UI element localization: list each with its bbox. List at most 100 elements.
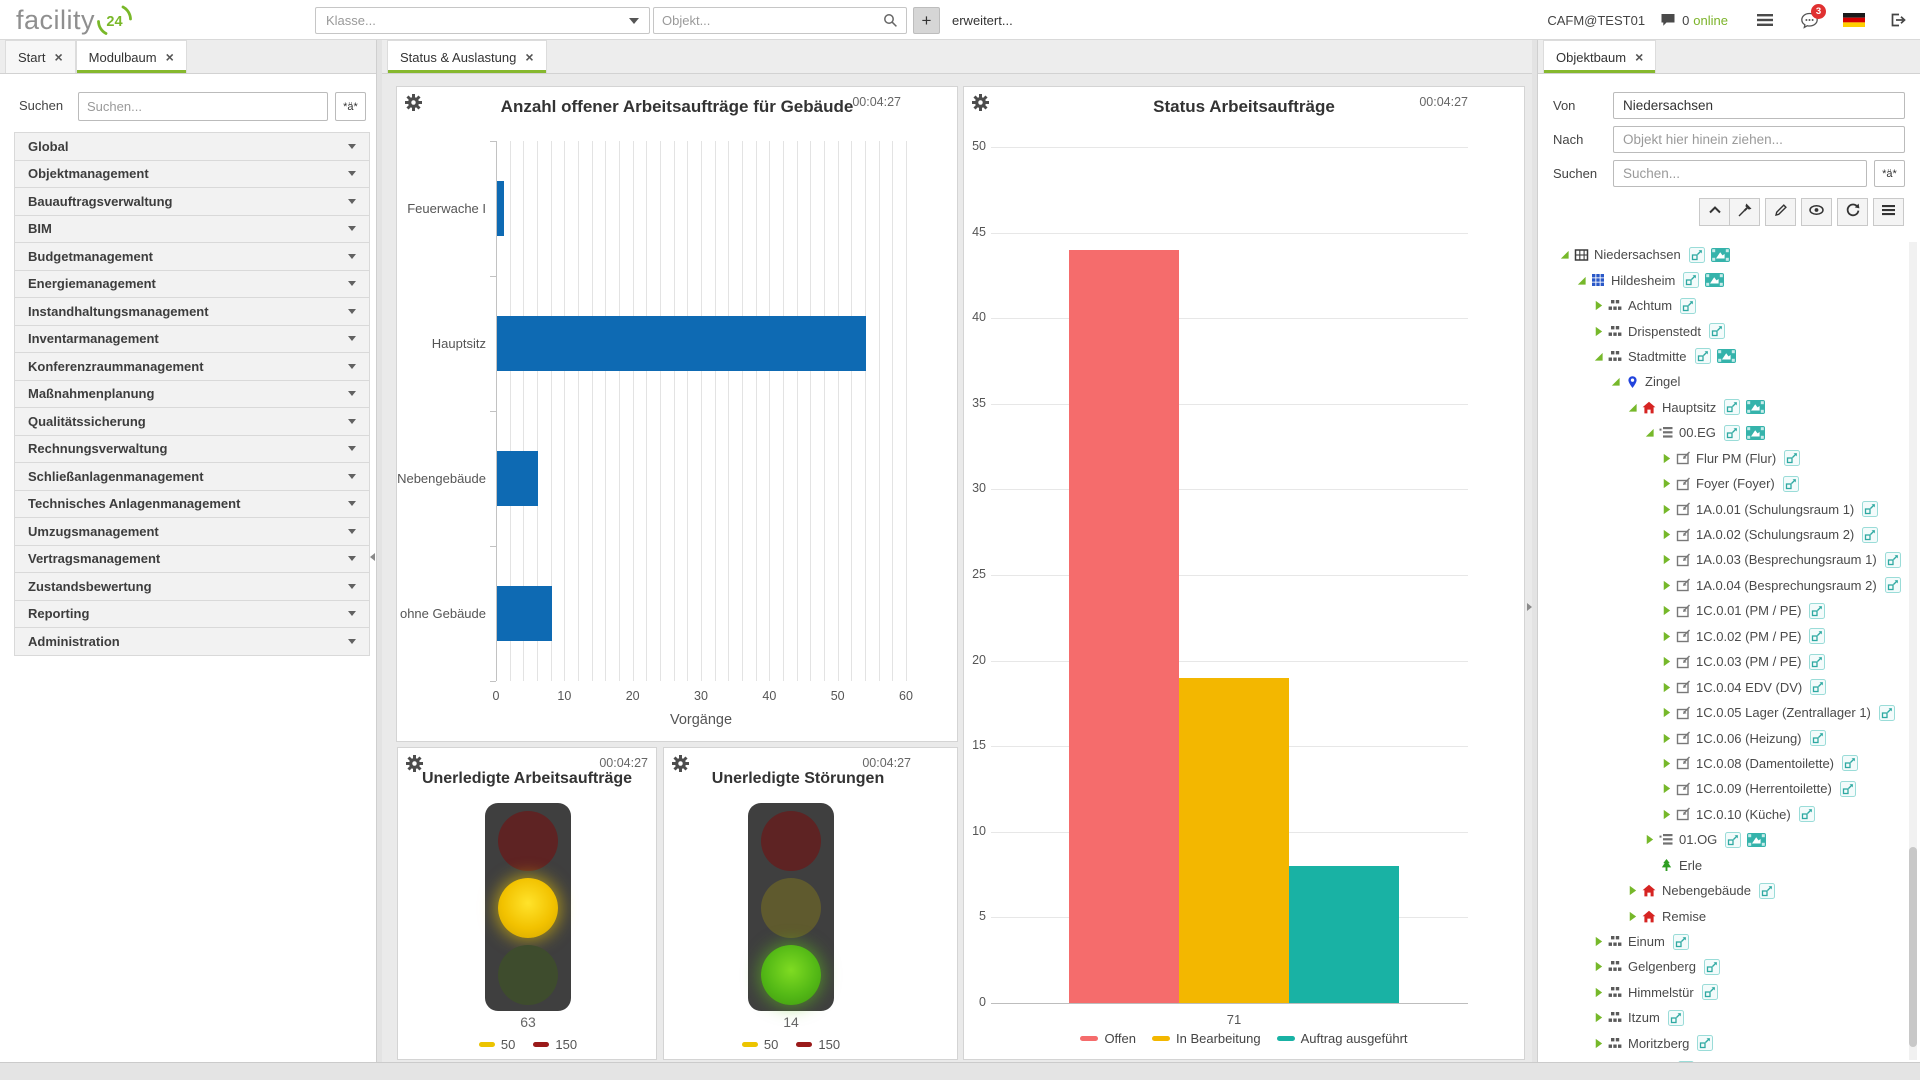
von-input[interactable] [1613,92,1905,119]
module-search-input[interactable] [78,92,328,121]
advanced-search-link[interactable]: erweitert... [952,0,1013,40]
tree-node[interactable]: 1C.0.05 Lager (Zentrallager 1) [1551,700,1906,725]
expand-icon[interactable] [1591,987,1605,998]
expand-icon[interactable] [1659,656,1673,667]
tree-node[interactable]: Flur PM (Flur) [1551,446,1906,471]
plan-icon[interactable] [1725,832,1741,848]
plan-icon[interactable] [1809,654,1825,670]
objekt-input[interactable] [662,13,883,28]
tree-node-label[interactable]: 1C.0.01 (PM / PE) [1696,603,1801,618]
app-logo[interactable]: facility 24 [16,1,135,39]
expand-icon[interactable] [1625,885,1639,896]
tree-node[interactable]: Himmelstür [1551,980,1906,1005]
tree-node-label[interactable]: 1C.0.05 Lager (Zentrallager 1) [1696,705,1871,720]
scrollbar-thumb[interactable] [1909,847,1917,1047]
module-item[interactable]: Reporting [14,601,370,629]
plan-icon[interactable] [1885,577,1901,593]
expand-icon[interactable] [1659,733,1673,744]
search-icon[interactable] [883,13,898,28]
nach-dropzone-input[interactable] [1613,126,1905,153]
tree-node-label[interactable]: Erle [1679,858,1702,873]
module-item[interactable]: Inventarmanagement [14,326,370,354]
expand-icon[interactable] [1591,326,1605,337]
module-item[interactable]: Schließanlagenmanagement [14,463,370,491]
tree-node[interactable]: Gelgenberg [1551,954,1906,979]
menu-button[interactable] [1873,198,1904,226]
tree-node[interactable]: 1C.0.09 (Herrentoilette) [1551,776,1906,801]
tree-node-label[interactable]: 1C.0.08 (Damentoilette) [1696,756,1834,771]
plan-icon[interactable] [1809,603,1825,619]
tree-search-input[interactable] [1613,160,1867,187]
expand-icon[interactable] [1642,834,1656,845]
close-icon[interactable]: × [1635,50,1643,64]
tree-node-label[interactable]: Zingel [1645,374,1680,389]
plan-icon[interactable] [1885,552,1901,568]
tree-node[interactable]: 1C.0.10 (Küche) [1551,802,1906,827]
plan-icon[interactable] [1709,323,1725,339]
expand-icon[interactable] [1659,809,1673,820]
tree-node[interactable]: Zingel [1551,369,1906,394]
collapse-all-button[interactable] [1699,198,1730,226]
close-icon[interactable]: × [525,50,533,64]
module-item[interactable]: Technisches Anlagenmanagement [14,491,370,519]
fuzzy-search-button[interactable]: *ä* [335,92,366,121]
plan-icon[interactable] [1680,298,1696,314]
tree-node[interactable]: 1C.0.03 (PM / PE) [1551,649,1906,674]
collapse-left-panel-handle[interactable] [370,553,375,561]
edit-button[interactable] [1765,198,1796,226]
expand-icon[interactable] [1659,580,1673,591]
collapse-icon[interactable] [1642,427,1656,438]
expand-icon[interactable] [1659,453,1673,464]
legend-item[interactable]: Offen [1080,1031,1136,1046]
tree-node-label[interactable]: Einum [1628,934,1665,949]
module-item[interactable]: Administration [14,628,370,656]
tree-node-label[interactable]: 1C.0.10 (Küche) [1696,807,1791,822]
module-item[interactable]: Energiemanagement [14,271,370,299]
tree-node[interactable]: Itzum [1551,1005,1906,1030]
expand-icon[interactable] [1591,1012,1605,1023]
collapse-icon[interactable] [1608,376,1622,387]
tree-node[interactable]: Niedersachsen [1551,242,1906,267]
module-item[interactable]: Global [14,133,370,161]
plan-icon[interactable] [1702,984,1718,1000]
tree-node-label[interactable]: Achtum [1628,298,1672,313]
chat-users-icon[interactable] [1660,13,1676,27]
collapse-icon[interactable] [1557,249,1571,260]
tree-node-label[interactable]: 1C.0.03 (PM / PE) [1696,654,1801,669]
cad-icon[interactable] [1705,272,1724,288]
plan-icon[interactable] [1695,348,1711,364]
module-item[interactable]: Budgetmanagement [14,243,370,271]
close-icon[interactable]: × [54,50,62,64]
module-item[interactable]: Konferenzraummanagement [14,353,370,381]
tree-node[interactable]: Drispenstedt [1551,318,1906,343]
module-item[interactable]: Zustandsbewertung [14,573,370,601]
expand-icon[interactable] [1591,1038,1605,1049]
tree-node[interactable]: 00.EG [1551,420,1906,445]
tree-node-label[interactable]: 1C.0.02 (PM / PE) [1696,629,1801,644]
collapse-icon[interactable] [1625,402,1639,413]
tree-node-label[interactable]: Moritzberg [1628,1036,1689,1051]
tree-node[interactable]: 1C.0.04 EDV (DV) [1551,674,1906,699]
expand-icon[interactable] [1591,300,1605,311]
tree-node[interactable]: Einum [1551,929,1906,954]
tree-node[interactable]: 1A.0.01 (Schulungsraum 1) [1551,496,1906,521]
collapse-right-panel-handle[interactable] [1527,603,1532,611]
tree-node[interactable]: Erle [1551,853,1906,878]
view-button[interactable] [1801,198,1832,226]
tree-node-label[interactable]: 1A.0.01 (Schulungsraum 1) [1696,502,1854,517]
notifications-icon[interactable]: 3 [1800,12,1819,29]
module-item[interactable]: Instandhaltungsmanagement [14,298,370,326]
module-item[interactable]: Objektmanagement [14,161,370,189]
plan-icon[interactable] [1810,730,1826,746]
plan-icon[interactable] [1842,755,1858,771]
tree-node[interactable]: Remise [1551,903,1906,928]
expand-icon[interactable] [1659,631,1673,642]
tree-node[interactable]: 1A.0.04 (Besprechungsraum 2) [1551,573,1906,598]
plan-icon[interactable] [1879,705,1895,721]
tree-node-label[interactable]: 1C.0.06 (Heizung) [1696,731,1802,746]
plan-icon[interactable] [1724,399,1740,415]
tree-node-label[interactable]: 1A.0.02 (Schulungsraum 2) [1696,527,1854,542]
tree-node[interactable]: 1A.0.03 (Besprechungsraum 1) [1551,547,1906,572]
cad-icon[interactable] [1746,425,1765,441]
module-item[interactable]: Umzugsmanagement [14,518,370,546]
